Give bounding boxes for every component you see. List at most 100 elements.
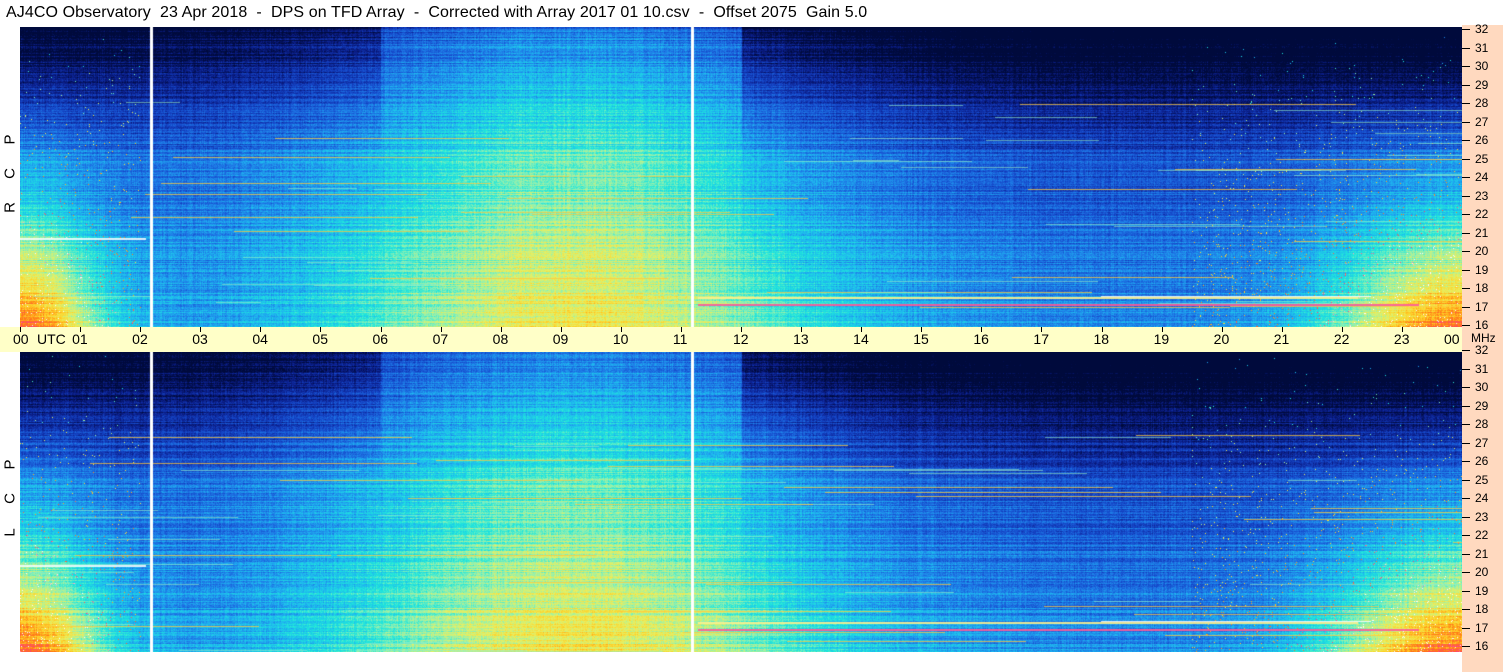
- lcp-letter-p: P: [1, 459, 19, 470]
- utc-tick-label: 14: [853, 331, 869, 347]
- utc-tick-label: 18: [1093, 331, 1110, 347]
- lcp-frequency-tick-mark: [1462, 368, 1470, 370]
- lcp-frequency-tick-label: 28: [1475, 417, 1489, 431]
- lcp-frequency-tick-label: 24: [1475, 491, 1489, 505]
- utc-tick-label: 12: [733, 331, 749, 347]
- utc-tick-label: 21: [1273, 331, 1290, 347]
- lcp-frequency-tick-mark: [1462, 442, 1470, 444]
- rcp-frequency-tick-mark: [1462, 177, 1470, 178]
- lcp-frequency-tick-label: 20: [1475, 565, 1489, 579]
- rcp-frequency-tick-label: 32: [1475, 22, 1489, 36]
- utc-tick-label: 17: [1033, 331, 1049, 347]
- lcp-frequency-tick-mark: [1462, 498, 1470, 499]
- utc-tick-label: 20: [1213, 331, 1230, 347]
- lcp-frequency-tick-label: 18: [1475, 602, 1489, 616]
- rcp-frequency-tick-mark: [1462, 325, 1470, 326]
- utc-tick-label: 11: [672, 331, 688, 347]
- lcp-frequency-tick-label: 29: [1475, 398, 1489, 413]
- rcp-frequency-tick-label: 27: [1475, 114, 1489, 129]
- rcp-frequency-tick-label: 31: [1475, 40, 1489, 55]
- utc-tick-label: 00: [13, 331, 29, 347]
- lcp-frequency-tick-label: 17: [1475, 620, 1489, 635]
- utc-tick-label: 02: [132, 331, 148, 347]
- utc-tick-label: 15: [913, 331, 929, 347]
- rcp-frequency-tick-label: 23: [1475, 188, 1489, 203]
- rcp-frequency-tick-label: 18: [1475, 281, 1489, 295]
- utc-tick-label: 01: [72, 331, 88, 347]
- rcp-spectrogram-canvas: [20, 27, 1462, 327]
- lcp-frequency-tick-mark: [1462, 535, 1470, 536]
- utc-tick-label: 13: [793, 331, 809, 347]
- utc-tick-label: 03: [192, 331, 208, 347]
- rcp-frequency-tick-label: 29: [1475, 77, 1489, 92]
- rcp-frequency-tick-mark: [1462, 269, 1470, 271]
- lcp-frequency-tick-mark: [1462, 424, 1470, 425]
- rcp-frequency-tick-mark: [1462, 84, 1470, 86]
- rcp-frequency-tick-mark: [1462, 66, 1470, 67]
- lcp-frequency-tick-mark: [1462, 461, 1470, 462]
- rcp-frequency-tick-mark: [1462, 47, 1470, 49]
- utc-tick-label: 00: [1444, 331, 1460, 347]
- rcp-frequency-tick-label: 19: [1475, 262, 1489, 277]
- lcp-spectrogram: [20, 352, 1462, 652]
- rcp-frequency-tick-label: 25: [1475, 151, 1489, 166]
- rcp-frequency-tick-mark: [1462, 195, 1470, 197]
- lcp-polarization-label: L C P: [0, 352, 20, 652]
- lcp-spectrogram-canvas: [20, 352, 1462, 652]
- lcp-frequency-tick-label: 16: [1475, 639, 1489, 653]
- rcp-letter-c: C: [1, 168, 19, 179]
- rcp-frequency-tick-label: 30: [1475, 59, 1489, 73]
- lcp-frequency-tick-mark: [1462, 646, 1470, 647]
- lcp-frequency-tick-label: 19: [1475, 583, 1489, 598]
- rcp-spectrogram: [20, 27, 1462, 327]
- rcp-frequency-tick-mark: [1462, 29, 1470, 30]
- utc-tick-label: 07: [432, 331, 449, 347]
- lcp-frequency-tick-mark: [1462, 387, 1470, 388]
- rcp-frequency-tick-label: 21: [1475, 225, 1489, 240]
- lcp-frequency-tick-label: 32: [1475, 343, 1489, 357]
- rcp-frequency-tick-mark: [1462, 232, 1470, 234]
- rcp-frequency-tick-label: 28: [1475, 96, 1489, 110]
- frequency-axis-rcp: 16 17 18 19 20 21 22 23 24 25 26 27 28 29 30 31 32: [1462, 22, 1503, 351]
- rcp-frequency-tick-mark: [1462, 103, 1470, 104]
- rcp-frequency-tick-mark: [1462, 121, 1470, 123]
- rcp-frequency-tick-mark: [1462, 140, 1470, 141]
- utc-tick-label: 06: [372, 331, 389, 347]
- rcp-polarization-label: R C P: [0, 27, 20, 327]
- utc-tick-label: 05: [312, 331, 328, 347]
- rcp-frequency-tick-label: 26: [1475, 133, 1489, 147]
- lcp-frequency-tick-mark: [1462, 405, 1470, 407]
- rcp-frequency-tick-mark: [1462, 288, 1470, 289]
- lcp-frequency-tick-label: 31: [1475, 361, 1489, 376]
- rcp-frequency-tick-label: 17: [1475, 299, 1489, 314]
- lcp-frequency-tick-label: 30: [1475, 380, 1489, 394]
- lcp-letter-c: C: [1, 493, 19, 504]
- lcp-frequency-tick-mark: [1462, 553, 1470, 555]
- utc-unit-label: UTC: [37, 331, 66, 347]
- lcp-letter-l: L: [1, 528, 19, 537]
- utc-time-axis: 00 UTC 01 02 03 04 05 06 07 08 09 10 11 12 13 14 15 16 17 1…: [0, 327, 1468, 352]
- rcp-letter-p: P: [1, 134, 19, 145]
- frequency-axis-lcp: 16 17 18 19 20 21 22 23 24 25 26 27 28 29 30 31 32: [1462, 343, 1503, 672]
- lcp-frequency-tick-label: 21: [1475, 546, 1489, 561]
- utc-tick-label: 16: [973, 331, 989, 347]
- lcp-frequency-tick-label: 25: [1475, 472, 1489, 487]
- rcp-letter-r: R: [1, 202, 19, 213]
- utc-tick-label: 09: [552, 331, 569, 347]
- rcp-frequency-tick-label: 20: [1475, 244, 1489, 258]
- lcp-frequency-tick-mark: [1462, 572, 1470, 573]
- utc-tick-label: 08: [492, 331, 509, 347]
- utc-tick-label: 19: [1153, 331, 1170, 347]
- lcp-frequency-tick-mark: [1462, 479, 1470, 481]
- lcp-frequency-tick-label: 27: [1475, 435, 1489, 450]
- utc-tick-label: 04: [252, 331, 268, 347]
- lcp-frequency-tick-label: 26: [1475, 454, 1489, 468]
- lcp-frequency-tick-mark: [1462, 516, 1470, 518]
- lcp-frequency-tick-mark: [1462, 350, 1470, 351]
- lcp-frequency-tick-label: 22: [1475, 528, 1489, 542]
- rcp-frequency-tick-label: 22: [1475, 207, 1489, 221]
- frequency-unit-label: MHz: [1471, 331, 1496, 345]
- chart-title: AJ4CO Observatory 23 Apr 2018 - DPS on T…: [6, 4, 868, 21]
- utc-tick-label: 23: [1393, 331, 1410, 347]
- rcp-frequency-tick-mark: [1462, 214, 1470, 215]
